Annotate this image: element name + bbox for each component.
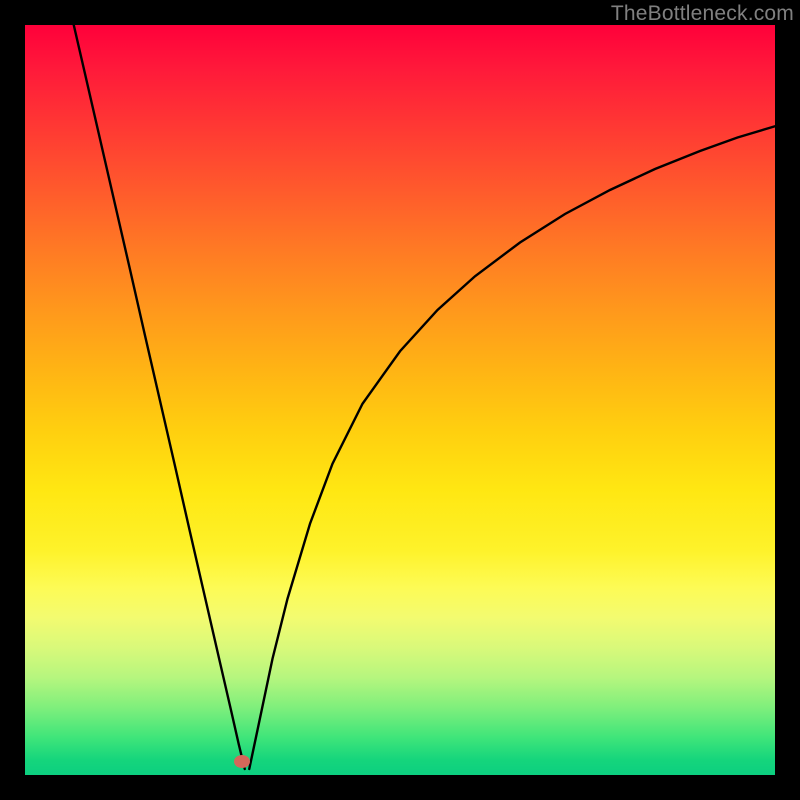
curve-right-branch	[249, 126, 775, 769]
plot-area	[25, 25, 775, 775]
minimum-marker	[234, 755, 250, 768]
bottleneck-curve	[25, 25, 775, 775]
chart-frame: TheBottleneck.com	[0, 0, 800, 800]
curve-left-branch	[74, 25, 245, 769]
watermark-text: TheBottleneck.com	[611, 2, 794, 26]
